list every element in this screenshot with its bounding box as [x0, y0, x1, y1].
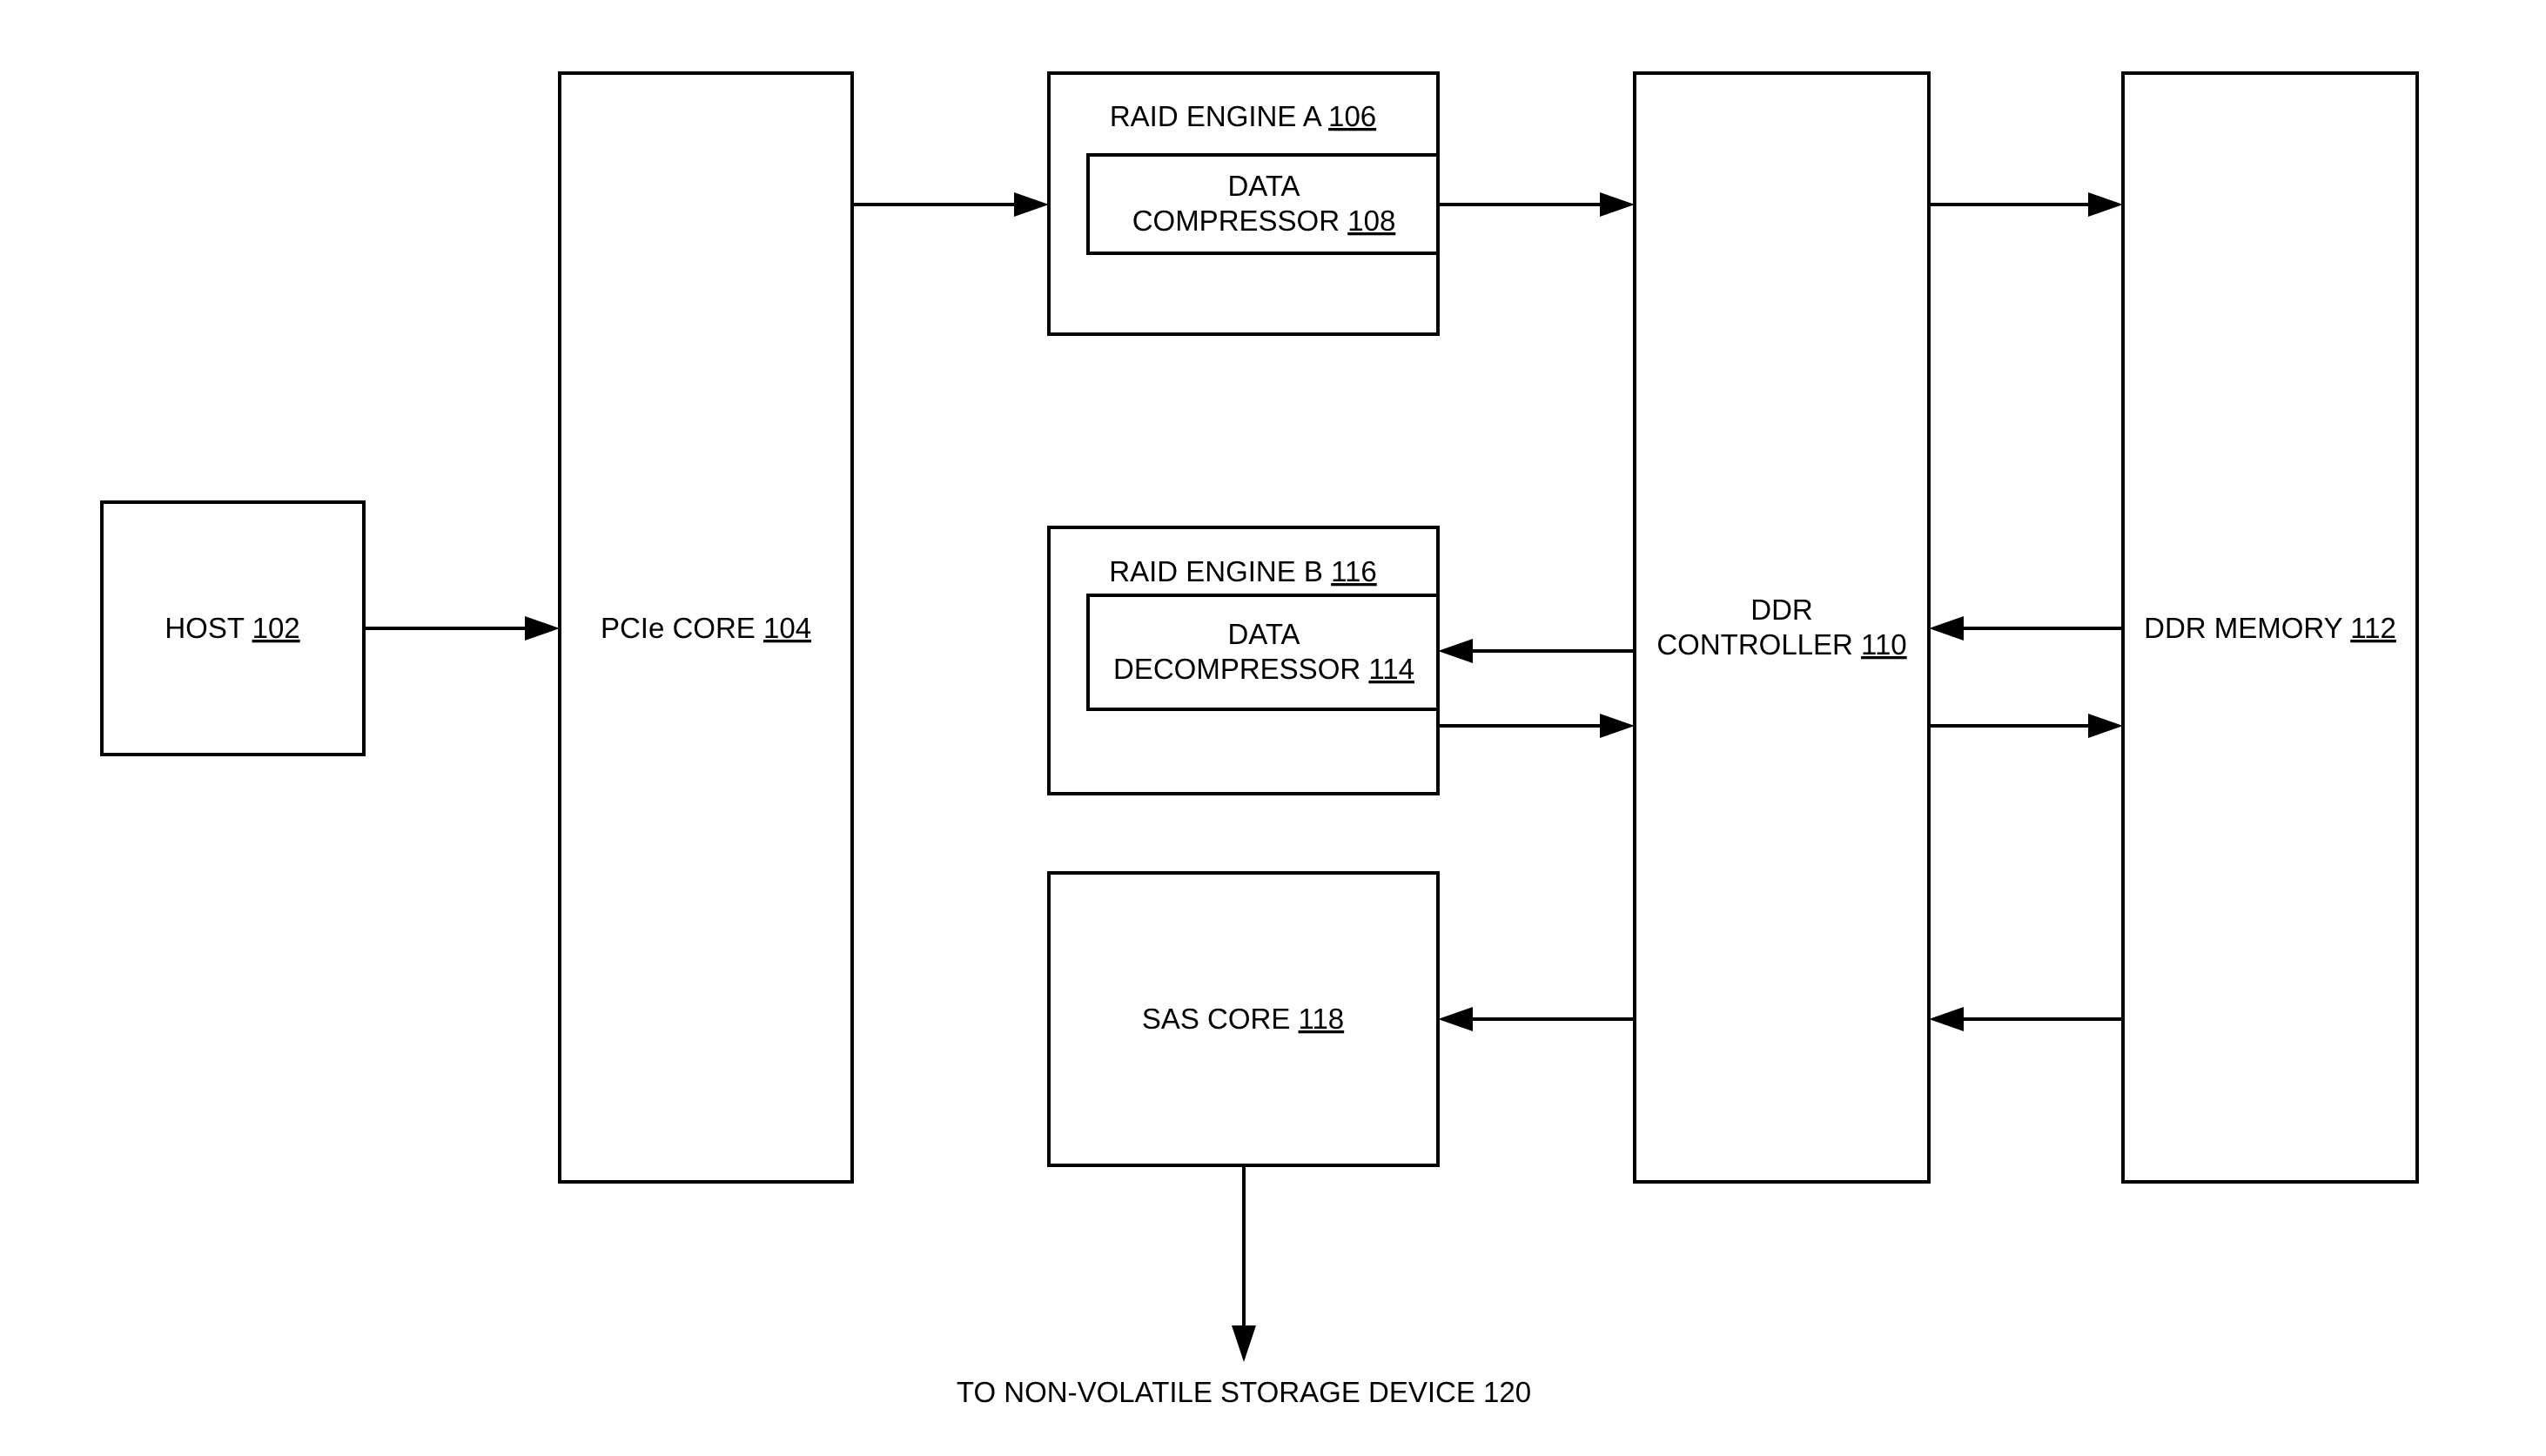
- arrow-ddr-controller-to-memory-top: [1929, 192, 2123, 217]
- host-label: HOST 102: [165, 612, 299, 644]
- data-compressor-label-line2: COMPRESSOR 108: [1132, 205, 1396, 237]
- ddr-memory-label: DDR MEMORY 112: [2144, 612, 2396, 644]
- arrow-ddr-controller-to-memory-lower: [1929, 714, 2123, 738]
- ddr-controller-label-line1: DDR: [1750, 594, 1813, 626]
- arrow-sas-to-storage: [1232, 1165, 1256, 1362]
- data-compressor-label-line1: DATA: [1227, 170, 1300, 202]
- arrow-compressor-to-ddr-controller: [1438, 192, 1635, 217]
- pcie-core-label: PCIe CORE 104: [601, 612, 811, 644]
- data-decompressor-label-line1: DATA: [1227, 618, 1300, 650]
- arrow-memory-to-ddr-controller-bottom: [1929, 1007, 2123, 1031]
- arrow-ddr-controller-to-decompressor: [1438, 639, 1635, 663]
- arrow-memory-to-ddr-controller-mid: [1929, 616, 2123, 641]
- raid-engine-b-label: RAID ENGINE B 116: [1109, 555, 1377, 587]
- ddr-controller-label-line2: CONTROLLER 110: [1656, 628, 1906, 661]
- raid-engine-a-label: RAID ENGINE A 106: [1110, 100, 1376, 132]
- storage-device-label: TO NON-VOLATILE STORAGE DEVICE 120: [957, 1376, 1531, 1408]
- block-diagram: HOST 102 PCIe CORE 104 RAID ENGINE A 106…: [100, 71, 2419, 1408]
- arrow-pcie-to-raid-a: [852, 192, 1049, 217]
- arrow-decompressor-to-ddr-controller: [1438, 714, 1635, 738]
- arrow-host-to-pcie: [364, 616, 560, 641]
- data-decompressor-label-line2: DECOMPRESSOR 114: [1113, 653, 1414, 685]
- arrow-ddr-controller-to-sas: [1438, 1007, 1635, 1031]
- sas-core-label: SAS CORE 118: [1142, 1003, 1344, 1035]
- ddr-controller-box: [1633, 71, 1931, 1184]
